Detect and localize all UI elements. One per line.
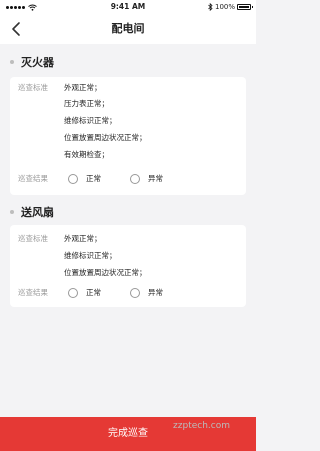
radio-abnormal-label[interactable]: 异常 bbox=[148, 171, 163, 187]
standard-row: 位置放置周边状况正常； bbox=[10, 130, 246, 146]
standard-item: 外观正常； bbox=[64, 234, 102, 243]
radio-abnormal[interactable] bbox=[130, 174, 140, 184]
standard-item: 压力表正常； bbox=[64, 99, 109, 108]
radio-normal-label[interactable]: 正常 bbox=[86, 171, 101, 187]
result-label: 巡查结果 bbox=[18, 288, 48, 297]
standard-row: 巡查标准 外观正常； bbox=[10, 231, 246, 247]
result-row: 巡查结果 正常 异常 bbox=[10, 171, 246, 187]
bluetooth-icon bbox=[208, 3, 213, 11]
standard-item: 维修标识正常； bbox=[64, 251, 117, 260]
result-label: 巡查结果 bbox=[18, 174, 48, 183]
radio-normal[interactable] bbox=[68, 288, 78, 298]
section-title: 送风扇 bbox=[21, 206, 54, 219]
standard-item: 有效期检查； bbox=[64, 150, 109, 159]
section-dot-icon bbox=[10, 60, 14, 64]
result-row: 巡查结果 正常 异常 bbox=[10, 285, 246, 301]
battery-percent: 100% bbox=[214, 3, 235, 11]
section-header-blower-fan: 送风扇 bbox=[10, 205, 54, 219]
radio-abnormal[interactable] bbox=[130, 288, 140, 298]
radio-normal[interactable] bbox=[68, 174, 78, 184]
section-dot-icon bbox=[10, 210, 14, 214]
nav-bar: 配电间 bbox=[0, 14, 256, 44]
section-title: 灭火器 bbox=[21, 56, 54, 69]
standard-label: 巡查标准 bbox=[18, 234, 48, 243]
radio-abnormal-label[interactable]: 异常 bbox=[148, 285, 163, 301]
page-title: 配电间 bbox=[111, 22, 145, 35]
battery-fill bbox=[239, 6, 249, 8]
standard-item: 位置放置周边状况正常； bbox=[64, 268, 147, 277]
standard-item: 位置放置周边状况正常； bbox=[64, 133, 147, 142]
standard-row: 维修标识正常； bbox=[10, 113, 246, 129]
inspection-card-blower-fan: 巡查标准 外观正常； 维修标识正常； 位置放置周边状况正常； 巡查结果 正常 异… bbox=[10, 225, 246, 307]
watermark: zzptech.com bbox=[173, 421, 230, 431]
standard-label: 巡查标准 bbox=[18, 83, 48, 92]
standard-row: 压力表正常； bbox=[10, 96, 246, 112]
status-right: 100% bbox=[208, 0, 253, 14]
standard-item: 维修标识正常； bbox=[64, 116, 117, 125]
standard-item: 外观正常； bbox=[64, 83, 102, 92]
standard-row: 维修标识正常； bbox=[10, 248, 246, 264]
status-bar: 9:41 AM 100% bbox=[0, 0, 256, 14]
battery-icon bbox=[237, 4, 253, 10]
standard-row: 巡查标准 外观正常； bbox=[10, 80, 246, 96]
standard-row: 位置放置周边状况正常； bbox=[10, 265, 246, 281]
inspection-card-fire-extinguisher: 巡查标准 外观正常； 压力表正常； 维修标识正常； 位置放置周边状况正常； 有效… bbox=[10, 77, 246, 195]
standard-row: 有效期检查； bbox=[10, 147, 246, 163]
radio-normal-label[interactable]: 正常 bbox=[86, 285, 101, 301]
section-header-fire-extinguisher: 灭火器 bbox=[10, 55, 54, 69]
